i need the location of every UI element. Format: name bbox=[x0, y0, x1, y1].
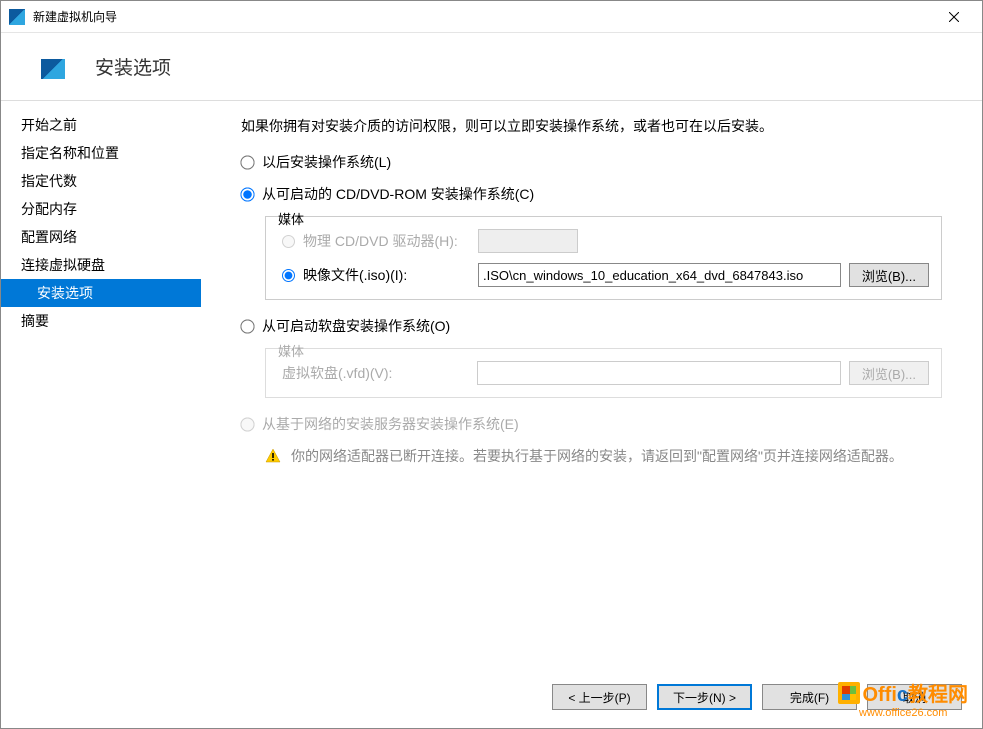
app-icon bbox=[9, 9, 25, 25]
physical-drive-combo bbox=[478, 229, 578, 253]
network-warning: 你的网络适配器已断开连接。若要执行基于网络的安装，请返回到"配置网络"页并连接网… bbox=[265, 446, 942, 466]
iso-file-label: 映像文件(.iso)(I): bbox=[303, 265, 478, 285]
page-title: 安装选项 bbox=[95, 53, 171, 80]
cancel-button[interactable]: 取消 bbox=[867, 684, 962, 710]
sidebar-item-name-location[interactable]: 指定名称和位置 bbox=[1, 139, 201, 167]
sidebar-item-generation[interactable]: 指定代数 bbox=[1, 167, 201, 195]
close-icon bbox=[949, 12, 959, 22]
footer: < 上一步(P) 下一步(N) > 完成(F) 取消 bbox=[1, 672, 982, 728]
warning-icon bbox=[265, 448, 281, 464]
radio-physical-drive bbox=[282, 235, 295, 248]
radio-install-later[interactable]: 以后安装操作系统(L) bbox=[241, 152, 942, 172]
sidebar-item-install-options[interactable]: 安装选项 bbox=[1, 279, 201, 307]
vfd-row: 虚拟软盘(.vfd)(V): 浏览(B)... bbox=[282, 361, 929, 385]
next-button[interactable]: 下一步(N) > bbox=[657, 684, 752, 710]
physical-drive-label: 物理 CD/DVD 驱动器(H): bbox=[303, 231, 478, 251]
radio-install-later-label: 以后安装操作系统(L) bbox=[262, 152, 391, 172]
finish-button[interactable]: 完成(F) bbox=[762, 684, 857, 710]
sidebar-item-summary[interactable]: 摘要 bbox=[1, 307, 201, 335]
floppy-media-fieldset: 媒体 虚拟软盘(.vfd)(V): 浏览(B)... bbox=[265, 348, 942, 398]
iso-row: 映像文件(.iso)(I): 浏览(B)... bbox=[282, 263, 929, 287]
previous-button[interactable]: < 上一步(P) bbox=[552, 684, 647, 710]
main-content: 如果你拥有对安装介质的访问权限，则可以立即安装操作系统，或者也可在以后安装。 以… bbox=[201, 101, 982, 672]
window-title: 新建虚拟机向导 bbox=[33, 8, 934, 25]
sidebar-item-before-begin[interactable]: 开始之前 bbox=[1, 111, 201, 139]
vfd-browse-button: 浏览(B)... bbox=[849, 361, 929, 385]
radio-install-floppy-label: 从可启动软盘安装操作系统(O) bbox=[262, 316, 450, 336]
header-icon bbox=[41, 59, 65, 79]
network-warning-text: 你的网络适配器已断开连接。若要执行基于网络的安装，请返回到"配置网络"页并连接网… bbox=[291, 446, 903, 466]
vfd-path-input bbox=[477, 361, 841, 385]
radio-install-network: 从基于网络的安装服务器安装操作系统(E) bbox=[241, 414, 942, 434]
physical-drive-row: 物理 CD/DVD 驱动器(H): bbox=[282, 229, 929, 253]
iso-browse-button[interactable]: 浏览(B)... bbox=[849, 263, 929, 287]
cd-media-fieldset: 媒体 物理 CD/DVD 驱动器(H): 映像文件(.iso)(I): 浏览(B… bbox=[265, 216, 942, 300]
radio-install-later-input[interactable] bbox=[240, 155, 254, 169]
iso-path-input[interactable] bbox=[478, 263, 841, 287]
wizard-sidebar: 开始之前 指定名称和位置 指定代数 分配内存 配置网络 连接虚拟硬盘 安装选项 … bbox=[1, 101, 201, 672]
radio-install-network-input bbox=[240, 417, 254, 431]
sidebar-item-memory[interactable]: 分配内存 bbox=[1, 195, 201, 223]
radio-install-floppy[interactable]: 从可启动软盘安装操作系统(O) bbox=[241, 316, 942, 336]
sidebar-item-vhd[interactable]: 连接虚拟硬盘 bbox=[1, 251, 201, 279]
vfd-label: 虚拟软盘(.vfd)(V): bbox=[282, 363, 477, 383]
radio-iso-file[interactable] bbox=[282, 269, 295, 282]
titlebar: 新建虚拟机向导 bbox=[1, 1, 982, 33]
radio-install-network-label: 从基于网络的安装服务器安装操作系统(E) bbox=[262, 414, 519, 434]
radio-install-floppy-input[interactable] bbox=[240, 319, 254, 333]
radio-install-cd-input[interactable] bbox=[240, 187, 254, 201]
radio-install-cd-label: 从可启动的 CD/DVD-ROM 安装操作系统(C) bbox=[262, 184, 534, 204]
close-button[interactable] bbox=[934, 3, 974, 31]
sidebar-item-network[interactable]: 配置网络 bbox=[1, 223, 201, 251]
radio-install-cd[interactable]: 从可启动的 CD/DVD-ROM 安装操作系统(C) bbox=[241, 184, 942, 204]
intro-text: 如果你拥有对安装介质的访问权限，则可以立即安装操作系统，或者也可在以后安装。 bbox=[241, 116, 942, 136]
page-header: 安装选项 bbox=[1, 33, 982, 100]
